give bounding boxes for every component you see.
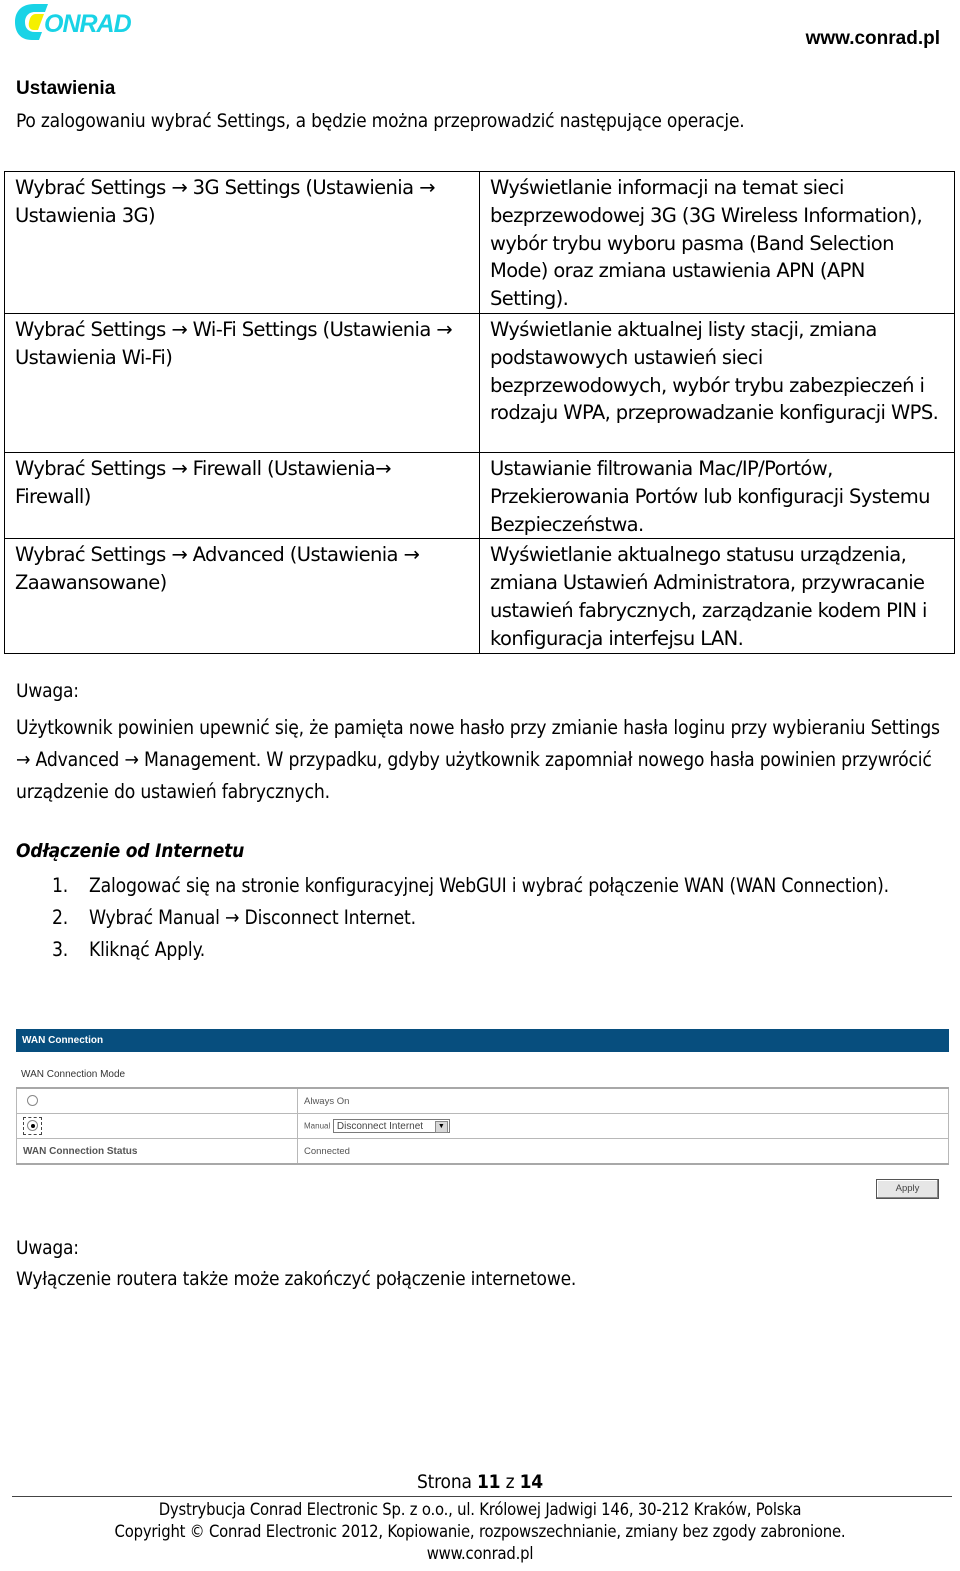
- wan-panel-header: WAN Connection: [16, 1029, 949, 1052]
- table-row: Manual Disconnect Internet ▼: [16, 1113, 949, 1139]
- list-item: 3. Kliknąć Apply.: [16, 934, 916, 966]
- conrad-logo: ONRAD: [14, 2, 174, 42]
- settings-path: Wybrać Settings → Wi-Fi Settings (Ustawi…: [4, 312, 480, 453]
- status-label: WAN Connection Status: [16, 1138, 298, 1165]
- list-item: 2. Wybrać Manual → Disconnect Internet.: [16, 902, 916, 934]
- table-row: Always On: [16, 1087, 949, 1114]
- settings-description: Wyświetlanie aktualnej listy stacji, zmi…: [479, 312, 955, 453]
- option-label: Always On: [297, 1087, 949, 1114]
- step-text: Kliknąć Apply.: [89, 938, 206, 961]
- option-label: Manual: [304, 1121, 331, 1131]
- radio-always-on[interactable]: [27, 1095, 38, 1107]
- steps-list: 1. Zalogować się na stronie konfiguracyjn…: [16, 870, 916, 966]
- step-number: 2.: [52, 906, 69, 929]
- step-number: 3.: [52, 938, 69, 961]
- settings-path: Wybrać Settings → Advanced (Ustawienia →…: [4, 538, 480, 654]
- settings-description: Ustawianie filtrowania Mac/IP/Portów, Pr…: [479, 451, 955, 540]
- note-title: Uwaga:: [16, 680, 79, 702]
- conrad-logo-graphic: ONRAD: [15, 4, 133, 40]
- step-text: Zalogować się na stronie konfiguracyjnej…: [89, 874, 889, 897]
- wan-settings-table: Always On Manual Disconnect Internet ▼ WA…: [16, 1087, 949, 1165]
- settings-description: Wyświetlanie aktualnego statusu urządzen…: [479, 538, 955, 654]
- page-total: 14: [519, 1471, 544, 1493]
- note-title: Uwaga:: [16, 1237, 79, 1259]
- footer-copyright: Copyright © Conrad Electronic 2012, Kopi…: [114, 1522, 846, 1541]
- page-current: 11: [476, 1471, 501, 1493]
- page-prefix: Strona: [417, 1471, 472, 1493]
- select-value: Disconnect Internet: [336, 1121, 424, 1132]
- apply-button[interactable]: Apply: [876, 1179, 939, 1199]
- chevron-down-icon[interactable]: ▼: [434, 1121, 448, 1133]
- footer-address: Dystrybucja Conrad Electronic Sp. z o.o.…: [158, 1500, 802, 1519]
- website-url: www.conrad.pl: [805, 28, 940, 49]
- table-row: Wybrać Settings → 3G Settings (Ustawieni…: [4, 171, 955, 314]
- svg-text:ONRAD: ONRAD: [44, 10, 132, 38]
- settings-path: Wybrać Settings → 3G Settings (Ustawieni…: [4, 171, 480, 314]
- table-row: Wybrać Settings → Advanced (Ustawienia →…: [4, 538, 955, 654]
- table-row: Wybrać Settings → Firewall (Ustawienia→ …: [4, 451, 955, 540]
- disconnect-section-title: Odłączenie od Internetu: [16, 840, 245, 862]
- footer-website: www.conrad.pl: [426, 1544, 534, 1563]
- status-value: Connected: [297, 1138, 949, 1165]
- step-number: 1.: [52, 874, 69, 897]
- note-body: Użytkownik powinien upewnić się, że pami…: [16, 716, 940, 803]
- step-text: Wybrać Manual → Disconnect Internet.: [89, 906, 416, 929]
- manual-action-select[interactable]: Disconnect Internet ▼: [332, 1119, 450, 1133]
- section-title: Ustawienia: [16, 78, 116, 99]
- radio-manual[interactable]: [27, 1120, 38, 1132]
- page-number: Strona 11 z 14: [0, 1471, 960, 1493]
- table-row: Wybrać Settings → Wi-Fi Settings (Ustawi…: [4, 312, 955, 453]
- note-body: Wyłączenie routera także może zakończyć …: [16, 1268, 577, 1290]
- footer-divider: [12, 1496, 952, 1497]
- settings-path: Wybrać Settings → Firewall (Ustawienia→ …: [4, 451, 480, 540]
- settings-table: Wybrać Settings → 3G Settings (Ustawieni…: [4, 171, 955, 654]
- intro-text: Po zalogowaniu wybrać Settings, a będzie…: [16, 110, 745, 132]
- page-separator: z: [505, 1471, 515, 1493]
- wan-mode-label: WAN Connection Mode: [21, 1069, 126, 1080]
- list-item: 1. Zalogować się na stronie konfiguracyjn…: [16, 870, 916, 902]
- table-row: WAN Connection Status Connected: [16, 1138, 949, 1165]
- settings-description: Wyświetlanie informacji na temat sieci b…: [479, 171, 955, 314]
